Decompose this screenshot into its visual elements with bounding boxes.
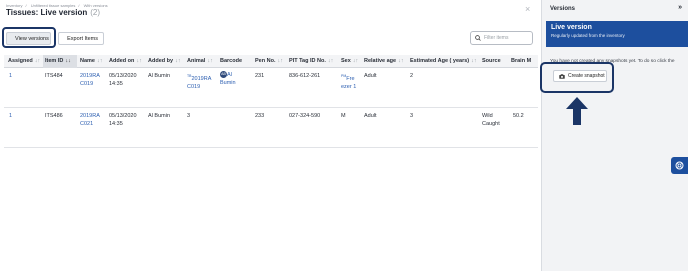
pen-cell: 233 — [255, 113, 265, 119]
pit-tag-cell: 027-324-590 — [289, 113, 321, 119]
versions-panel: Versions » Live version Regularly update… — [541, 0, 688, 271]
page-title: Tissues: Live version (2) — [6, 8, 100, 17]
col-assigned[interactable]: Assigned ↓↑ — [8, 55, 40, 68]
arrow-up-icon — [566, 97, 588, 125]
brain-mass-cell: 50.2 — [513, 113, 524, 119]
estimated-age-cell: 3 — [410, 113, 414, 119]
table-row[interactable]: 1 ITS484 2019RA C019 05/13/2020 14:35 Al B… — [4, 68, 538, 108]
live-version-title: Live version — [551, 24, 592, 31]
assigned-cell[interactable]: 1 — [9, 72, 12, 80]
versions-panel-title: Versions — [550, 6, 576, 12]
filter-placeholder: Filter items — [484, 35, 509, 41]
col-item-id[interactable]: Item ID ↓↓ — [43, 55, 77, 68]
item-count: (2) — [90, 8, 101, 17]
live-version-card[interactable]: Live version Regularly updated from the … — [546, 21, 688, 47]
barcode-cell[interactable]: ABAl Bumin — [220, 71, 236, 87]
live-version-subtitle: Regularly updated from the inventory — [551, 33, 625, 38]
close-icon[interactable]: × — [525, 5, 530, 14]
added-by-cell: Al Bumin — [148, 113, 171, 119]
page-title-text: Tissues: Live version — [6, 8, 88, 17]
name-cell[interactable]: 2019RA C019 — [80, 72, 100, 88]
col-pen-no[interactable]: Pen No. ↓↑ — [255, 55, 283, 68]
col-estimated-age[interactable]: Estimated Age ( years) ↓↑ — [410, 55, 477, 68]
relative-age-cell: Adult — [364, 73, 377, 79]
col-sex[interactable]: Sex ↓↑ — [341, 55, 358, 68]
col-relative-age[interactable]: Relative age ↓↑ — [364, 55, 404, 68]
avatar: AB — [220, 71, 227, 79]
table-row[interactable]: 1 ITS486 2019RA C021 05/13/2020 14:35 Al B… — [4, 108, 538, 148]
added-on-cell: 05/13/2020 14:35 — [109, 113, 137, 127]
added-by-cell: Al Bumin — [148, 73, 171, 79]
col-added-by[interactable]: Added by ↓↑ — [148, 55, 181, 68]
pit-tag-cell: 836-612-261 — [289, 73, 321, 79]
sex-cell[interactable]: PMFre ezer 1 — [341, 72, 356, 91]
animal-cell: 3 — [187, 113, 191, 119]
highlight-frame — [2, 27, 56, 48]
estimated-age-cell: 2 — [410, 73, 414, 79]
search-icon — [475, 35, 481, 41]
sex-cell: M — [341, 113, 346, 119]
col-source[interactable]: Source — [482, 55, 501, 68]
filter-input[interactable]: Filter items — [470, 31, 533, 45]
table-header: Assigned ↓↑ Item ID ↓↓ Name ↓↑ Added on ↓↑ A… — [4, 55, 538, 68]
item-id-cell: ITS484 — [45, 73, 63, 79]
col-barcode[interactable]: Barcode — [220, 55, 242, 68]
col-brain-mass[interactable]: Brain M — [511, 55, 531, 68]
animal-cell[interactable]: TB2019RA C019 — [187, 72, 211, 91]
col-pit-tag[interactable]: PIT Tag ID No. ↓↑ — [289, 55, 333, 68]
source-cell: Wild Caught — [482, 113, 500, 127]
name-cell[interactable]: 2019RA C021 — [80, 112, 100, 128]
collapse-panel-icon[interactable]: » — [678, 4, 682, 11]
pen-cell: 231 — [255, 73, 265, 79]
added-on-cell: 05/13/2020 14:35 — [109, 73, 137, 87]
relative-age-cell: Adult — [364, 113, 377, 119]
col-name[interactable]: Name ↓↑ — [80, 55, 102, 68]
items-table: Assigned ↓↑ Item ID ↓↓ Name ↓↑ Added on ↓↑ A… — [4, 55, 538, 148]
export-items-button[interactable]: Export Items — [58, 32, 104, 45]
export-items-label: Export Items — [67, 35, 98, 42]
item-id-cell: ITS486 — [45, 113, 63, 119]
highlight-frame — [540, 62, 614, 93]
help-widget-button[interactable] — [671, 157, 688, 174]
col-added-on[interactable]: Added on ↓↑ — [109, 55, 142, 68]
col-animal[interactable]: Animal ↓↑ — [187, 55, 213, 68]
lifebuoy-icon — [675, 161, 684, 170]
assigned-cell[interactable]: 1 — [9, 112, 12, 120]
